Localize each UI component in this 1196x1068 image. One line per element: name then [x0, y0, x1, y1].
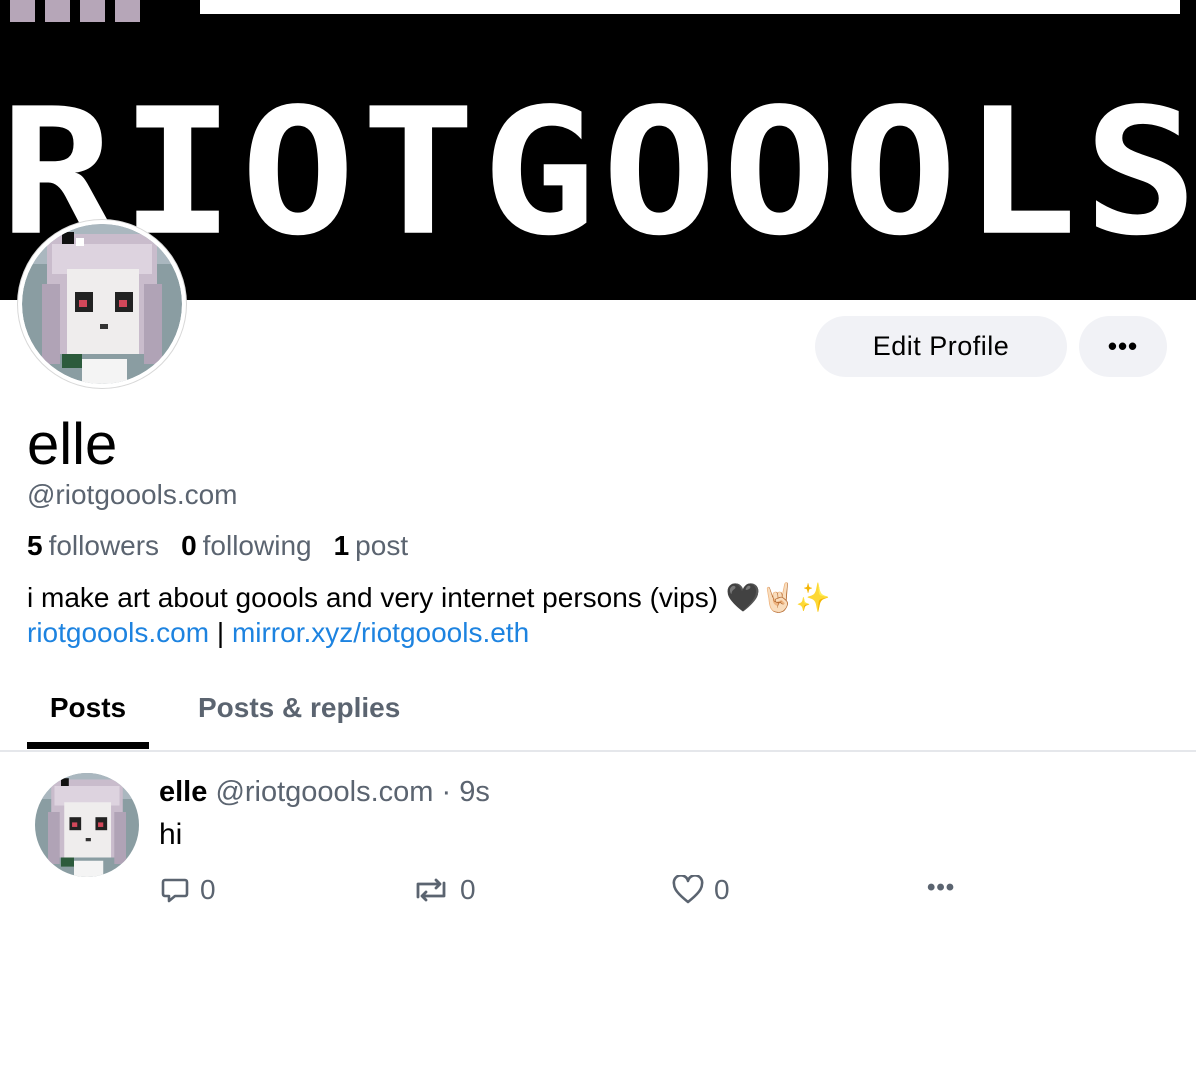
- reply-button[interactable]: 0: [160, 874, 216, 906]
- post-separator: ·: [441, 776, 452, 808]
- profile-links: riotgoools.com | mirror.xyz/riotgoools.e…: [27, 617, 529, 649]
- tab-posts-and-replies[interactable]: Posts & replies: [198, 692, 400, 724]
- repost-count: 0: [460, 874, 476, 905]
- comment-icon: [160, 875, 190, 905]
- post-timestamp[interactable]: 9s: [459, 776, 490, 808]
- website-link[interactable]: riotgoools.com: [27, 617, 209, 648]
- profile-avatar[interactable]: [18, 220, 186, 388]
- profile-stats: 5 followers 0 following 1 post: [27, 530, 408, 562]
- avatar-image: [22, 224, 182, 384]
- heart-icon: [672, 875, 704, 905]
- following-count: 0: [181, 530, 197, 561]
- profile-display-name: elle: [27, 412, 118, 477]
- repost-button[interactable]: 0: [412, 874, 476, 906]
- posts-stat: 1 post: [334, 530, 409, 562]
- reply-count: 0: [200, 874, 216, 905]
- like-count: 0: [714, 874, 730, 905]
- tab-posts[interactable]: Posts: [27, 692, 149, 724]
- following-stat[interactable]: 0 following: [181, 530, 312, 562]
- post-header: elle @riotgoools.com · 9s: [159, 776, 490, 809]
- profile-bio: i make art about goools and very interne…: [27, 582, 831, 613]
- post-text: hi: [159, 818, 183, 851]
- following-label: following: [202, 530, 312, 561]
- followers-stat[interactable]: 5 followers: [27, 530, 159, 562]
- profile-handle: @riotgoools.com: [27, 479, 238, 510]
- post-handle[interactable]: @riotgoools.com: [215, 776, 433, 808]
- link-separator: |: [216, 617, 225, 648]
- post-avatar-image: [35, 773, 139, 877]
- repost-icon: [412, 875, 450, 905]
- more-icon: •••: [927, 874, 956, 901]
- profile-banner[interactable]: RIOTGOOOLS: [0, 0, 1196, 300]
- post-avatar[interactable]: [35, 773, 139, 877]
- active-tab-indicator: [27, 742, 149, 749]
- post-more-button[interactable]: •••: [927, 874, 955, 902]
- followers-count: 5: [27, 530, 43, 561]
- posts-count: 1: [333, 530, 350, 561]
- profile-tabs: Posts Posts & replies: [0, 686, 1196, 752]
- mirror-link[interactable]: mirror.xyz/riotgoools.eth: [232, 617, 529, 648]
- profile-more-button[interactable]: •••: [1079, 316, 1167, 377]
- followers-label: followers: [48, 530, 160, 561]
- banner-logo-text: RIOTGOOOLS: [0, 70, 1196, 275]
- like-button[interactable]: 0: [672, 874, 730, 906]
- post-author[interactable]: elle: [159, 776, 207, 808]
- posts-label: post: [355, 530, 409, 561]
- edit-profile-button[interactable]: Edit Profile: [815, 316, 1067, 377]
